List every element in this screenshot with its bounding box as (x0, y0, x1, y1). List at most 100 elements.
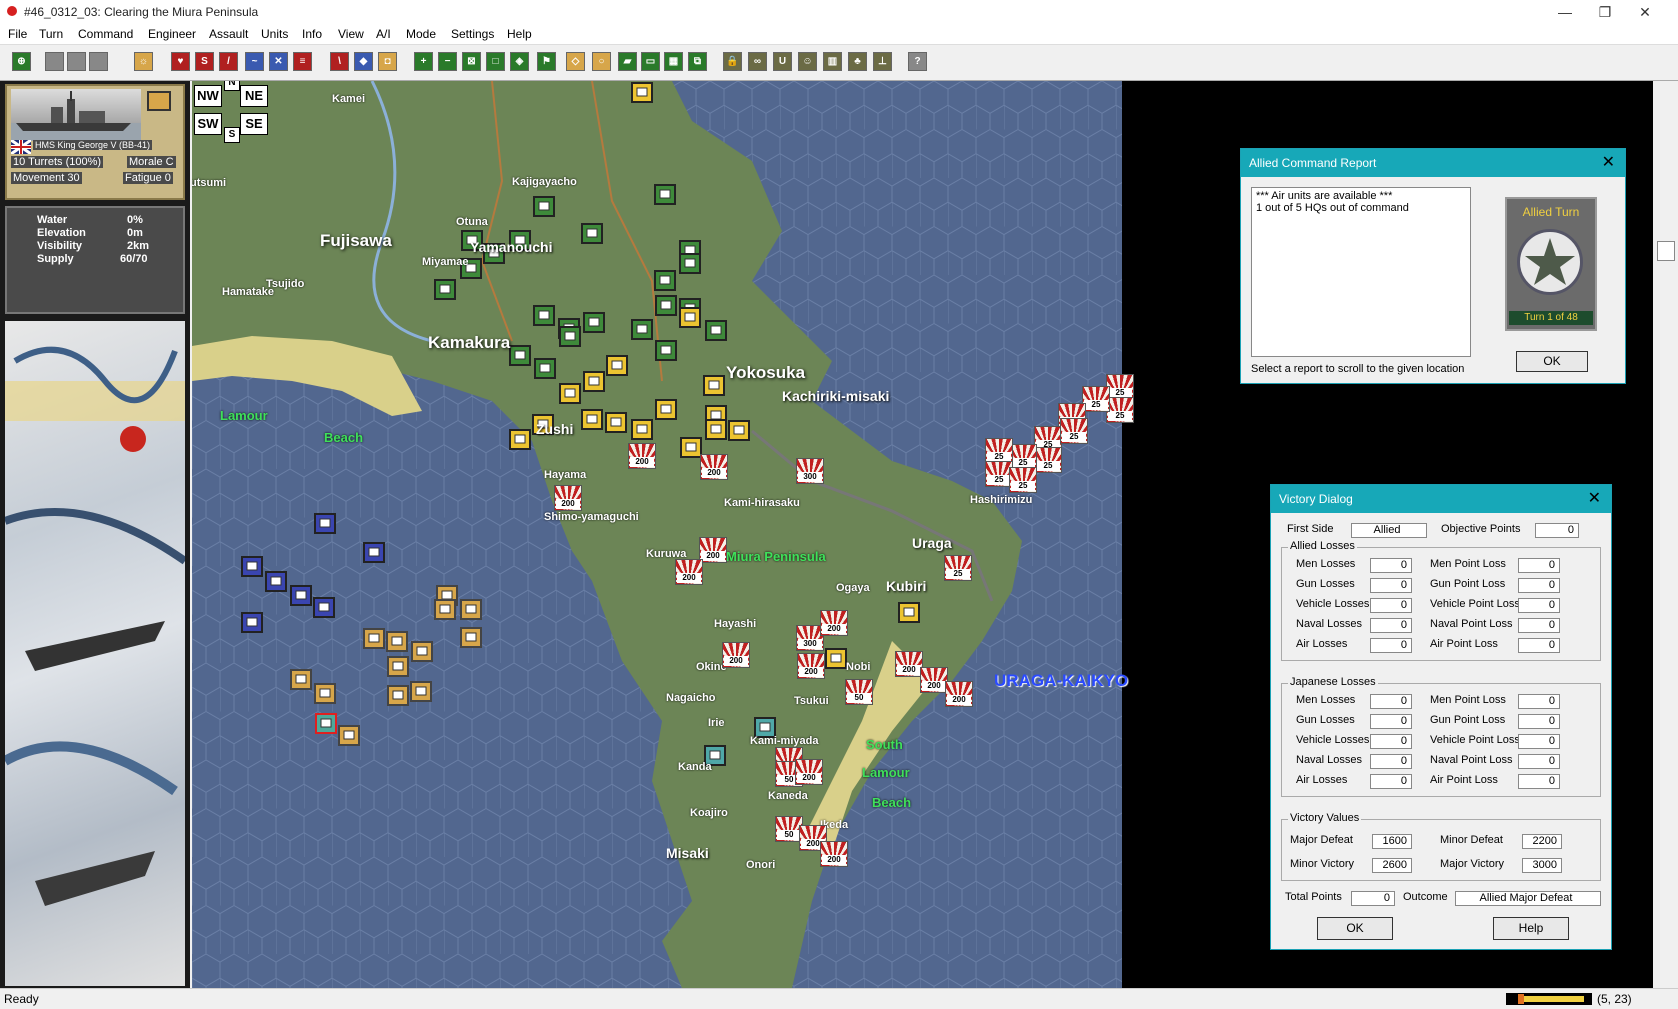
japanese-unit-counter[interactable]: 25 (1106, 397, 1134, 423)
smile-icon[interactable]: ☺ (798, 52, 817, 71)
scroll-s-button[interactable]: S (224, 127, 240, 143)
allied-infantry-counter[interactable] (581, 223, 603, 244)
shield-icon[interactable]: ◆ (354, 52, 373, 71)
scroll-ne-button[interactable]: NE (240, 85, 268, 107)
menu-units[interactable]: Units (261, 27, 288, 41)
allied-hq-counter[interactable] (265, 571, 287, 592)
help-icon[interactable]: ? (908, 52, 927, 71)
allied-naval-counter[interactable] (386, 631, 408, 652)
allied-infantry-counter[interactable] (533, 305, 555, 326)
menu-file[interactable]: File (8, 27, 27, 41)
japanese-unit-counter[interactable]: 25 (944, 555, 972, 581)
command-report-ok-button[interactable]: OK (1516, 351, 1588, 372)
allied-hq-counter[interactable] (241, 556, 263, 577)
japanese-unit-counter[interactable]: 200 (795, 759, 823, 785)
allied-infantry-counter[interactable] (434, 279, 456, 300)
allied-infantry-counter[interactable] (679, 253, 701, 274)
japanese-unit-counter[interactable]: 200 (628, 443, 656, 469)
command-report-list[interactable]: *** Air units are available *** 1 out of… (1251, 187, 1471, 357)
hex-grid-icon[interactable]: ⊠ (462, 52, 481, 71)
allied-infantry-counter[interactable] (533, 196, 555, 217)
toolbar-btn-2[interactable] (45, 52, 64, 71)
allied-armor-counter[interactable] (679, 307, 701, 328)
flag-icon[interactable]: ⚑ (537, 52, 556, 71)
japanese-unit-counter[interactable]: 300 (796, 458, 824, 484)
selected-naval-counter[interactable] (315, 713, 337, 734)
allied-infantry-counter[interactable] (583, 312, 605, 333)
menu-command[interactable]: Command (78, 27, 133, 41)
scroll-se-button[interactable]: SE (240, 113, 268, 135)
close-icon[interactable]: ✕ (1625, 0, 1665, 24)
japanese-unit-counter[interactable]: 200 (699, 537, 727, 563)
scroll-nw-button[interactable]: NW (194, 85, 222, 107)
allied-naval-counter[interactable] (410, 681, 432, 702)
allied-armor-counter[interactable] (631, 82, 653, 103)
japanese-unit-counter[interactable]: 200 (722, 642, 750, 668)
allied-armor-counter[interactable] (728, 420, 750, 441)
allied-armor-counter[interactable] (703, 375, 725, 396)
allied-infantry-counter[interactable] (654, 270, 676, 291)
allied-infantry-counter[interactable] (705, 320, 727, 341)
map-vertical-scrollbar[interactable] (1653, 81, 1678, 988)
allied-infantry-counter[interactable] (655, 295, 677, 316)
list-icon[interactable]: ≡ (293, 52, 312, 71)
report-line-air[interactable]: *** Air units are available *** (1256, 190, 1466, 202)
allied-armor-counter[interactable] (655, 399, 677, 420)
allied-armor-counter[interactable] (680, 437, 702, 458)
sun-icon[interactable]: ☼ (134, 52, 153, 71)
allied-armor-counter[interactable] (559, 383, 581, 404)
japanese-unit-counter[interactable]: 200 (820, 841, 848, 867)
hq-icon[interactable]: ◘ (378, 52, 397, 71)
japanese-unit-counter[interactable]: 25 (1009, 467, 1037, 493)
artillery-icon[interactable]: \ (330, 52, 349, 71)
close-icon[interactable]: ✕ (1588, 485, 1601, 513)
allied-hq-counter[interactable] (313, 597, 335, 618)
heart-icon[interactable]: ♥ (171, 52, 190, 71)
open-icon[interactable] (67, 52, 86, 71)
scroll-sw-button[interactable]: SW (194, 113, 222, 135)
allied-naval-counter[interactable] (338, 725, 360, 746)
victory-help-button[interactable]: Help (1493, 917, 1569, 940)
center-icon[interactable]: ⊕ (12, 52, 31, 71)
supply-icon[interactable]: S (195, 52, 214, 71)
diamond-icon[interactable]: ◇ (566, 52, 585, 71)
u-icon[interactable]: U (773, 52, 792, 71)
allied-naval-counter[interactable] (411, 641, 433, 662)
tree-icon[interactable]: ♣ (848, 52, 867, 71)
japanese-unit-counter[interactable]: 200 (675, 559, 703, 585)
japanese-unit-counter[interactable]: 200 (797, 653, 825, 679)
menu-info[interactable]: Info (302, 27, 322, 41)
attack-icon[interactable]: / (219, 52, 238, 71)
minimize-icon[interactable]: — (1545, 0, 1585, 24)
japanese-unit-counter[interactable]: 25 (1060, 418, 1088, 444)
japanese-unit-counter[interactable]: 200 (700, 454, 728, 480)
close-icon[interactable]: ✕ (1602, 149, 1615, 177)
scrollbar-thumb[interactable] (1657, 241, 1675, 261)
japanese-unit-counter[interactable]: 50 (845, 679, 873, 705)
allied-infantry-counter[interactable] (655, 340, 677, 361)
allied-infantry-counter[interactable] (559, 326, 581, 347)
allied-infantry-counter[interactable] (631, 319, 653, 340)
allied-naval-counter[interactable] (387, 656, 409, 677)
menu-settings[interactable]: Settings (451, 27, 494, 41)
japanese-unit-counter[interactable]: 200 (820, 610, 848, 636)
allied-hq-counter[interactable] (241, 612, 263, 633)
allied-hq-counter[interactable] (363, 542, 385, 563)
save-icon[interactable] (89, 52, 108, 71)
victory-ok-button[interactable]: OK (1317, 917, 1393, 940)
allied-armor-counter[interactable] (605, 412, 627, 433)
japanese-unit-counter[interactable]: 200 (895, 651, 923, 677)
unit-icon[interactable]: ◈ (510, 52, 529, 71)
allied-armor-counter[interactable] (705, 419, 727, 440)
naval-icon[interactable]: ~ (245, 52, 264, 71)
binoculars-icon[interactable]: ∞ (748, 52, 767, 71)
allied-armor-counter[interactable] (898, 602, 920, 623)
allied-armor-counter[interactable] (606, 355, 628, 376)
menu-assault[interactable]: Assault (209, 27, 248, 41)
allied-armor-counter[interactable] (631, 419, 653, 440)
allied-naval-counter[interactable] (290, 669, 312, 690)
scroll-n-button[interactable]: N (224, 81, 240, 91)
screen-icon[interactable]: ▭ (641, 52, 660, 71)
japanese-unit-counter[interactable]: 200 (554, 485, 582, 511)
info-icon[interactable]: ⊥ (873, 52, 892, 71)
